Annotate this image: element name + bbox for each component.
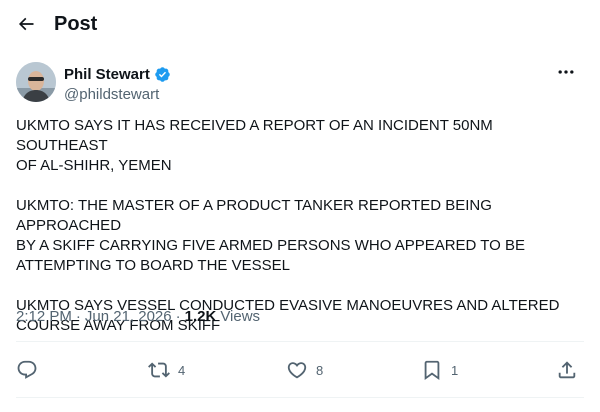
back-button[interactable] xyxy=(12,10,40,38)
avatar[interactable] xyxy=(16,62,56,102)
author-handle[interactable]: @phildstewart xyxy=(64,86,159,103)
more-dots-icon xyxy=(558,70,574,74)
bookmark-button[interactable]: 1 xyxy=(421,356,458,384)
views-label: Views xyxy=(220,308,261,325)
post-header: Post xyxy=(0,0,600,50)
reply-button[interactable] xyxy=(16,356,38,384)
repost-button[interactable]: 4 xyxy=(148,356,185,384)
repost-count: 4 xyxy=(178,362,186,378)
share-button[interactable] xyxy=(556,356,578,384)
views-count: 1.2K xyxy=(184,308,217,325)
repost-icon xyxy=(148,362,170,378)
like-button[interactable]: 8 xyxy=(286,356,323,384)
divider xyxy=(16,341,584,342)
reply-icon xyxy=(17,360,37,379)
author-name-text: Phil Stewart xyxy=(64,66,150,83)
page-title: Post xyxy=(54,13,98,35)
author-name[interactable]: Phil Stewart xyxy=(64,66,171,83)
meta-separator: · xyxy=(75,308,81,325)
more-options-button[interactable] xyxy=(552,60,580,84)
verified-badge-icon xyxy=(155,67,170,82)
avatar-image xyxy=(16,62,56,102)
share-icon xyxy=(558,361,576,379)
divider xyxy=(16,397,584,398)
bookmark-icon xyxy=(424,360,440,381)
tweet-meta: 2:12 PM · Jun 21, 2026 · 1.2K Views xyxy=(16,308,260,325)
tweet-date[interactable]: Jun 21, 2026 xyxy=(85,308,172,325)
arrow-left-icon xyxy=(18,17,34,31)
action-bar: 4 8 1 xyxy=(16,356,584,384)
heart-icon xyxy=(287,362,307,379)
tweet-paragraph: UKMTO: THE MASTER OF A PRODUCT TANKER RE… xyxy=(16,197,526,274)
tweet-time[interactable]: 2:12 PM xyxy=(16,308,72,325)
tweet-paragraph: UKMTO SAYS IT HAS RECEIVED A REPORT OF A… xyxy=(16,117,493,174)
bookmark-count: 1 xyxy=(451,362,459,378)
like-count: 8 xyxy=(316,362,324,378)
meta-separator: · xyxy=(175,308,181,325)
